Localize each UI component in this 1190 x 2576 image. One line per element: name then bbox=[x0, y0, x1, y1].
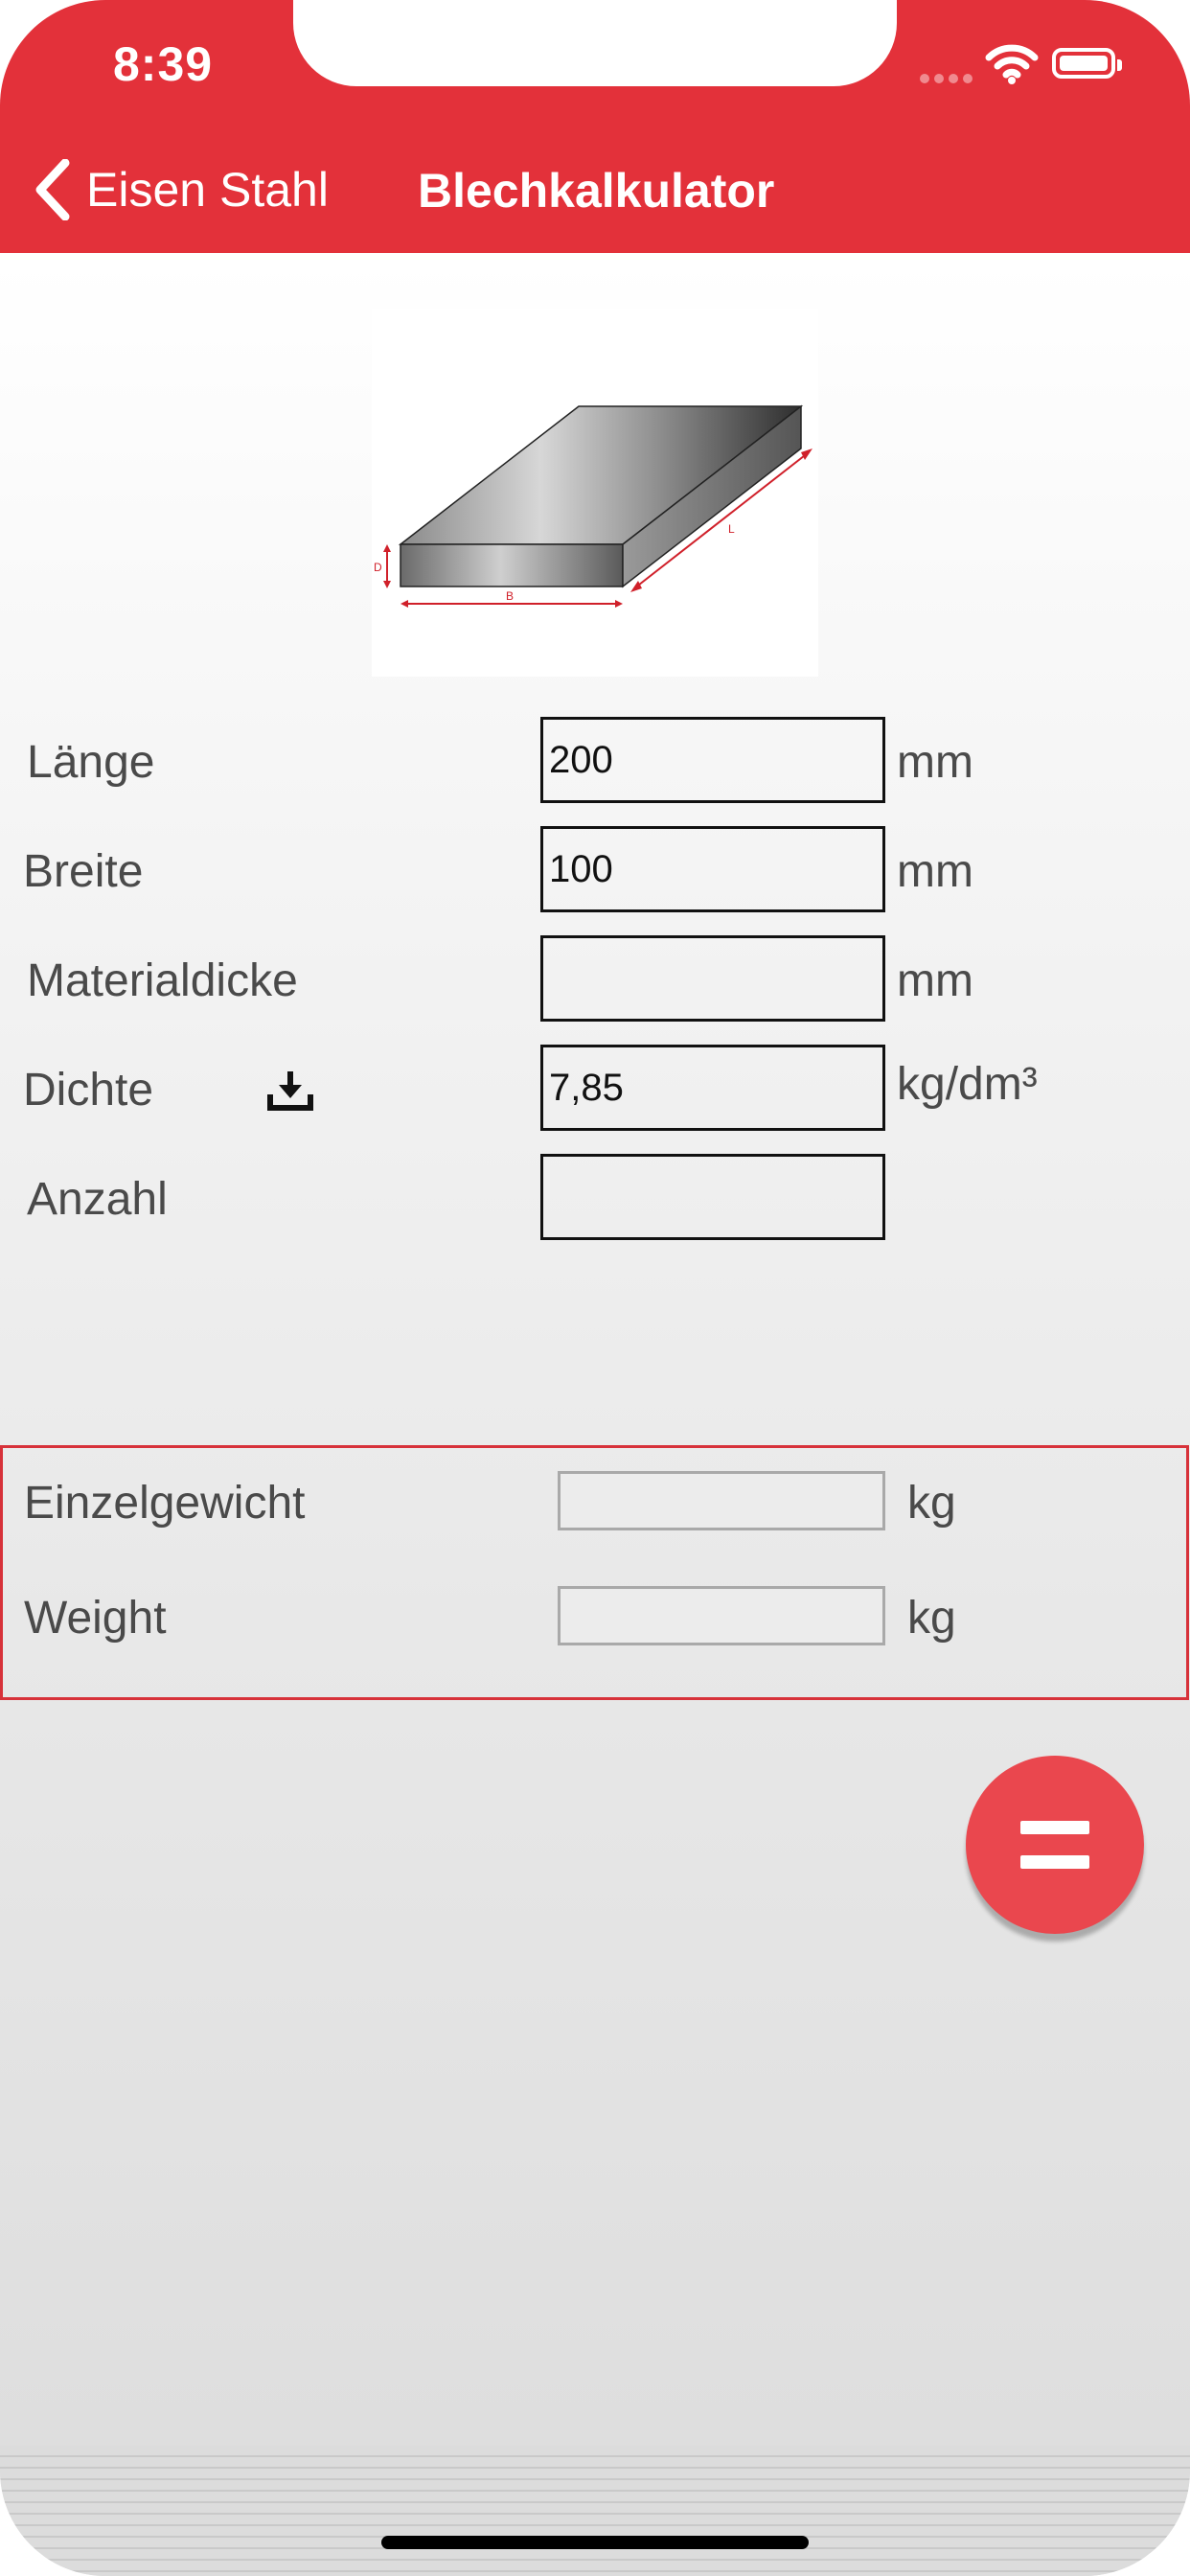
unit-weight-unit: kg bbox=[907, 1478, 956, 1529]
weight-label: Weight bbox=[24, 1593, 167, 1644]
count-input[interactable] bbox=[540, 1154, 885, 1240]
thickness-unit: mm bbox=[897, 955, 973, 1006]
unit-weight-label: Einzelgewicht bbox=[24, 1478, 306, 1529]
width-label: Breite bbox=[23, 846, 144, 897]
width-input[interactable] bbox=[540, 826, 885, 912]
density-label: Dichte bbox=[23, 1065, 154, 1116]
page-title: Blechkalkulator bbox=[418, 164, 775, 218]
nav-bar: 8:39 Eisen Stahl Blechkalkulator bbox=[0, 0, 1190, 253]
width-dimension-label: B bbox=[506, 589, 514, 603]
width-unit: mm bbox=[897, 846, 973, 897]
weight-unit: kg bbox=[907, 1593, 956, 1644]
back-label: Eisen Stahl bbox=[86, 163, 329, 217]
unit-weight-output bbox=[558, 1471, 885, 1530]
equals-icon bbox=[1020, 1821, 1089, 1834]
length-dimension-label: L bbox=[728, 522, 735, 536]
cellular-signal-icon bbox=[920, 71, 977, 88]
results-panel: Einzelgewicht kg Weight kg bbox=[0, 1445, 1189, 1700]
density-input[interactable] bbox=[540, 1045, 885, 1131]
length-label: Länge bbox=[27, 737, 155, 788]
chevron-left-icon bbox=[35, 159, 70, 220]
thickness-dimension-label: D bbox=[374, 561, 382, 574]
count-label: Anzahl bbox=[27, 1174, 168, 1225]
device-notch bbox=[293, 0, 897, 86]
weight-output bbox=[558, 1586, 885, 1645]
status-time: 8:39 bbox=[113, 37, 214, 91]
thickness-label: Materialdicke bbox=[27, 955, 298, 1006]
battery-icon bbox=[1052, 48, 1122, 79]
thickness-input[interactable] bbox=[540, 935, 885, 1022]
length-input[interactable] bbox=[540, 717, 885, 803]
density-unit: kg/dm³ bbox=[897, 1059, 1038, 1110]
home-indicator[interactable] bbox=[381, 2536, 809, 2549]
sheet-metal-diagram: D B L bbox=[372, 309, 818, 677]
length-unit: mm bbox=[897, 737, 973, 788]
screen: 8:39 Eisen Stahl Blechkalkulator D B L L… bbox=[0, 0, 1190, 2576]
wifi-icon bbox=[985, 44, 1039, 84]
bottom-bar bbox=[0, 2446, 1190, 2576]
download-icon[interactable] bbox=[264, 1070, 316, 1112]
calculate-button[interactable] bbox=[966, 1756, 1144, 1934]
back-button[interactable]: Eisen Stahl bbox=[33, 159, 329, 220]
